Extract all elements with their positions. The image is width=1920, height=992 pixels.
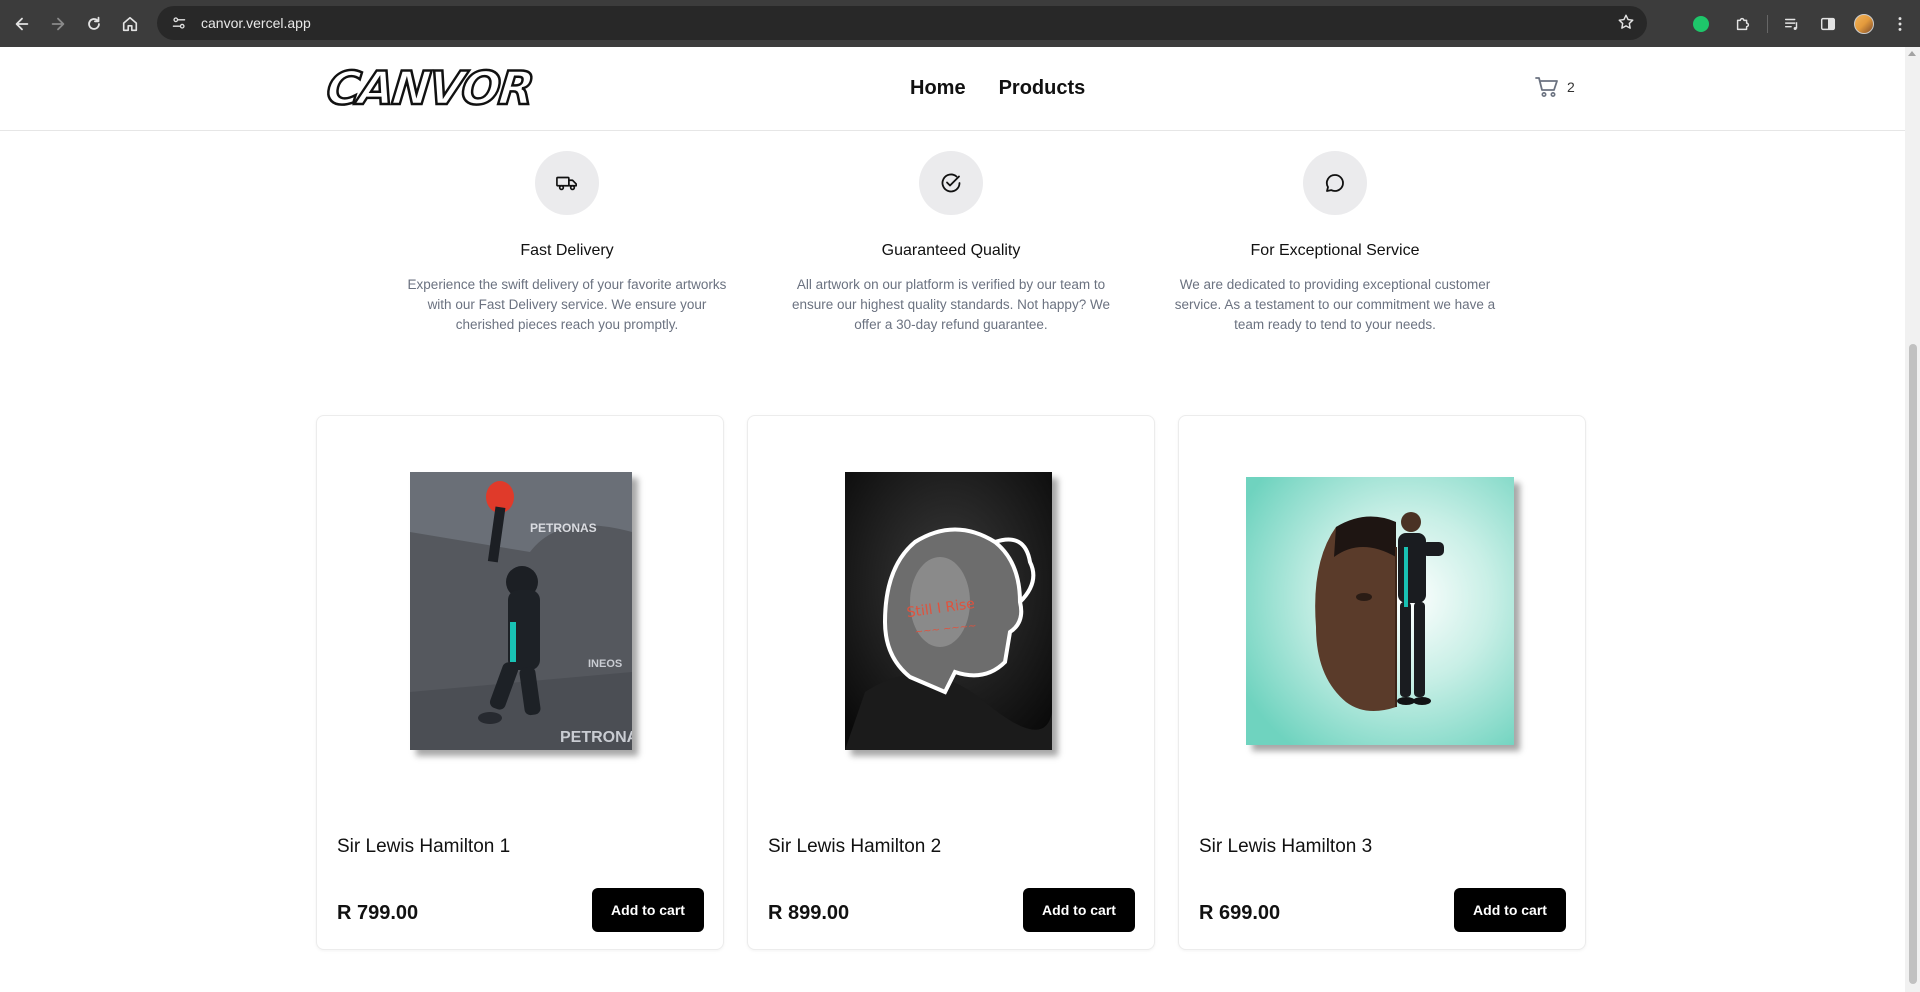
- feature-icon-circle: [919, 151, 983, 215]
- feature-title: Fast Delivery: [520, 242, 614, 259]
- check-circle-icon: [941, 173, 961, 193]
- feature-icon-circle: [535, 151, 599, 215]
- product-price: R 699.00: [1199, 902, 1281, 924]
- product-poster-image[interactable]: Still I Rise ~~~ ~~~~: [844, 472, 1052, 750]
- browser-actions: [1683, 0, 1920, 47]
- svg-text:PETRONAS: PETRONAS: [560, 729, 632, 746]
- extension-green-icon[interactable]: [1683, 6, 1719, 42]
- toolbar-divider: [1767, 14, 1768, 33]
- add-to-cart-button[interactable]: Add to cart: [1023, 888, 1135, 932]
- url-text[interactable]: canvor.vercel.app: [201, 15, 311, 31]
- main-nav: Home Products: [910, 77, 1085, 100]
- svg-text:PETRONAS: PETRONAS: [530, 521, 597, 535]
- product-image-area[interactable]: Still I Rise ~~~ ~~~~: [748, 416, 1156, 796]
- product-card[interactable]: Sir Lewis Hamilton 3 R 699.00 Add to car…: [1178, 415, 1586, 950]
- site-logo[interactable]: CANVOR: [323, 60, 536, 117]
- page-scrollbar[interactable]: [1905, 47, 1920, 992]
- feature-description: We are dedicated to providing exceptiona…: [1174, 277, 1496, 332]
- feature-fast-delivery: Fast Delivery Experience the swift deliv…: [397, 151, 737, 335]
- add-to-cart-button[interactable]: Add to cart: [1454, 888, 1566, 932]
- feature-title: Guaranteed Quality: [881, 242, 1021, 259]
- product-price: R 899.00: [768, 902, 850, 924]
- feature-icon-circle: [1303, 151, 1367, 215]
- reload-button[interactable]: [76, 6, 112, 42]
- site-info-icon[interactable]: [167, 11, 191, 35]
- truck-icon: [556, 176, 577, 191]
- reload-icon: [88, 16, 100, 30]
- product-image-area[interactable]: PETRONAS PETRONAS INEOS: [317, 416, 725, 796]
- bookmark-star-icon[interactable]: [1617, 13, 1635, 36]
- chat-bubble-icon: [1325, 174, 1344, 192]
- product-poster-image[interactable]: [1246, 477, 1514, 745]
- page-viewport: CANVOR Home Products 2 Fast Delivery Exp…: [0, 47, 1905, 992]
- arrow-left-icon: [15, 17, 29, 30]
- product-price: R 799.00: [337, 902, 419, 924]
- forward-button[interactable]: [40, 6, 76, 42]
- home-icon: [122, 16, 138, 31]
- feature-guaranteed-quality: Guaranteed Quality All artwork on our pl…: [781, 151, 1121, 335]
- browser-toolbar: canvor.vercel.app: [0, 0, 1920, 47]
- nav-home-link[interactable]: Home: [910, 77, 966, 100]
- product-name[interactable]: Sir Lewis Hamilton 2: [768, 836, 941, 858]
- side-panel-icon[interactable]: [1810, 6, 1846, 42]
- cart-button[interactable]: 2: [1535, 76, 1575, 98]
- arrow-right-icon: [51, 17, 65, 30]
- feature-title: For Exceptional Service: [1250, 242, 1420, 259]
- product-card[interactable]: PETRONAS PETRONAS INEOS Sir Lewis Hamilt…: [316, 415, 724, 950]
- profile-avatar[interactable]: [1846, 6, 1882, 42]
- media-queue-icon[interactable]: [1774, 6, 1810, 42]
- product-poster-image[interactable]: PETRONAS PETRONAS INEOS: [410, 472, 632, 750]
- cart-count: 2: [1567, 79, 1575, 95]
- extensions-puzzle-icon[interactable]: [1725, 6, 1761, 42]
- product-image-area[interactable]: [1179, 416, 1587, 796]
- back-button[interactable]: [4, 6, 40, 42]
- site-header: CANVOR Home Products 2: [0, 47, 1905, 131]
- scrollbar-thumb[interactable]: [1909, 344, 1917, 984]
- feature-exceptional-service: For Exceptional Service We are dedicated…: [1165, 151, 1505, 335]
- product-name[interactable]: Sir Lewis Hamilton 1: [337, 836, 510, 858]
- menu-kebab-icon[interactable]: [1882, 6, 1918, 42]
- address-bar[interactable]: canvor.vercel.app: [157, 6, 1647, 40]
- feature-description: Experience the swift delivery of your fa…: [407, 277, 727, 332]
- add-to-cart-button[interactable]: Add to cart: [592, 888, 704, 932]
- home-button[interactable]: [112, 6, 148, 42]
- product-card[interactable]: Still I Rise ~~~ ~~~~ Sir Lewis Hamilton…: [747, 415, 1155, 950]
- feature-description: All artwork on our platform is verified …: [792, 277, 1110, 332]
- product-name[interactable]: Sir Lewis Hamilton 3: [1199, 836, 1372, 858]
- svg-text:INEOS: INEOS: [588, 658, 622, 670]
- scroll-up-arrow[interactable]: [1908, 51, 1916, 56]
- nav-products-link[interactable]: Products: [999, 77, 1086, 100]
- shopping-cart-icon: [1535, 77, 1558, 97]
